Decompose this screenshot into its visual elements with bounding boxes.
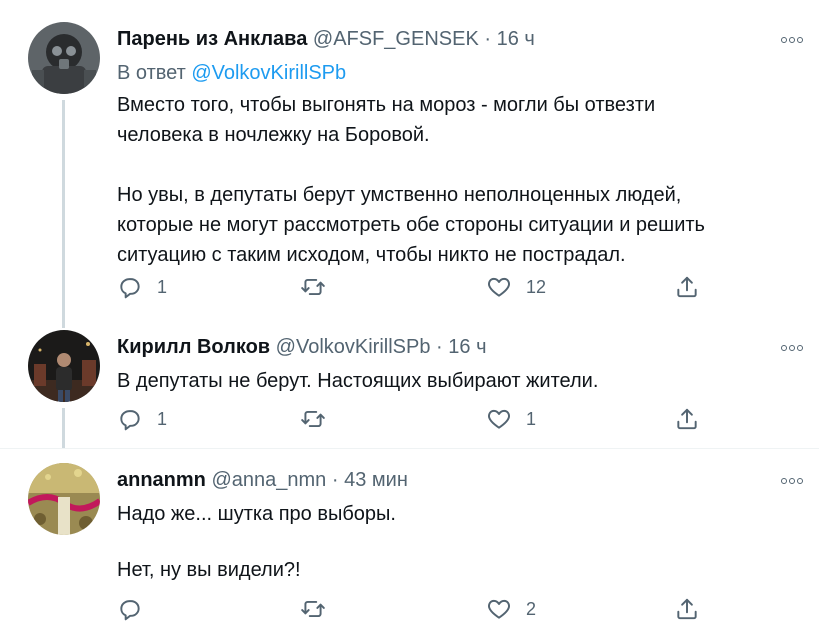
reply-button[interactable]: 1	[117, 405, 167, 433]
timestamp[interactable]: 43 мин	[344, 469, 408, 491]
tweet-text: В депутаты не берут. Настоящих выбирают …	[117, 366, 598, 396]
tweet-text-line: Но увы, в депутаты берут умственно непол…	[117, 184, 682, 206]
like-count: 2	[526, 598, 537, 619]
tweet-text-line: ситуацию с таким исходом, чтобы никто не…	[117, 244, 626, 266]
tweet-header: Парень из Анклава @AFSF_GENSEK · 16 ч	[117, 26, 535, 52]
separator-dot: ·	[436, 336, 443, 358]
reply-icon	[120, 410, 140, 431]
tweet-3[interactable]: annanmn @anna_nmn · 43 мин Надо же... шу…	[0, 449, 819, 638]
tweet-1[interactable]: Парень из Анклава @AFSF_GENSEK · 16 ч В …	[0, 0, 819, 320]
reply-button[interactable]: 1	[117, 273, 167, 301]
tweet-actions: 1 12	[117, 273, 717, 301]
author-name[interactable]: Кирилл Волков	[117, 336, 270, 358]
like-count: 1	[526, 408, 537, 429]
reply-icon	[120, 600, 140, 621]
share-button[interactable]	[674, 595, 700, 623]
retweet-button[interactable]	[300, 405, 340, 433]
timestamp[interactable]: 16 ч	[497, 28, 535, 50]
tweet-actions: 1 1	[117, 405, 717, 433]
thread-line	[62, 408, 65, 448]
reply-label: В ответ	[117, 62, 186, 84]
tweet-text-line: В депутаты не берут. Настоящих выбирают …	[117, 370, 599, 392]
reply-context: В ответ @VolkovKirillSPb	[117, 60, 346, 86]
author-handle[interactable]: @AFSF_GENSEK	[313, 28, 479, 50]
like-button[interactable]: 1	[486, 405, 536, 433]
reply-button[interactable]	[117, 595, 157, 623]
retweet-button[interactable]	[300, 273, 340, 301]
like-count: 12	[526, 276, 547, 297]
retweet-button[interactable]	[300, 595, 340, 623]
retweet-icon	[301, 278, 325, 296]
more-icon[interactable]	[778, 33, 806, 47]
reply-count: 1	[157, 408, 168, 429]
like-button[interactable]: 12	[486, 273, 546, 301]
share-button[interactable]	[674, 405, 700, 433]
avatar[interactable]	[28, 22, 100, 94]
tweet-text-line: Нет, ну вы видели?!	[117, 559, 301, 581]
like-icon	[488, 277, 510, 297]
author-handle[interactable]: @VolkovKirillSPb	[276, 336, 431, 358]
tweet-text-line: которые не могут рассмотреть обе стороны…	[117, 214, 705, 236]
tweet-actions: 2	[117, 595, 717, 623]
tweet-text: Вместо того, чтобы выгонять на мороз - м…	[117, 90, 705, 270]
reply-count: 1	[157, 276, 168, 297]
share-button[interactable]	[674, 273, 700, 301]
retweet-icon	[301, 600, 325, 618]
tweet-text-line: Надо же... шутка про выборы.	[117, 503, 396, 525]
more-icon[interactable]	[778, 474, 806, 488]
reply-mention-link[interactable]: @VolkovKirillSPb	[191, 62, 346, 84]
avatar[interactable]	[28, 463, 100, 535]
like-icon	[488, 409, 510, 429]
tweet-header: annanmn @anna_nmn · 43 мин	[117, 467, 408, 493]
like-button[interactable]: 2	[486, 595, 536, 623]
separator-dot: ·	[484, 28, 492, 50]
share-icon	[677, 276, 697, 298]
thread-line	[62, 320, 65, 328]
author-name[interactable]: annanmn	[117, 469, 206, 491]
tweet-text-line: Вместо того, чтобы выгонять на мороз - м…	[117, 94, 656, 116]
share-icon	[677, 598, 697, 620]
tweet-header: Кирилл Волков @VolkovKirillSPb · 16 ч	[117, 334, 487, 360]
timestamp[interactable]: 16 ч	[448, 336, 486, 358]
like-icon	[488, 599, 510, 619]
tweet-text-line	[117, 529, 396, 555]
tweet-2[interactable]: Кирилл Волков @VolkovKirillSPb · 16 ч В …	[0, 320, 819, 448]
avatar[interactable]	[28, 330, 100, 402]
thread-line	[62, 100, 65, 320]
author-handle[interactable]: @anna_nmn	[211, 469, 326, 491]
more-icon[interactable]	[778, 341, 806, 355]
separator-dot: ·	[331, 469, 339, 491]
tweet-text-line: человека в ночлежку на Боровой.	[117, 124, 430, 146]
tweet-text: Надо же... шутка про выборы. Нет, ну вы …	[117, 499, 396, 585]
tweet-text-line	[117, 150, 705, 180]
reply-icon	[120, 278, 140, 299]
share-icon	[677, 408, 697, 430]
retweet-icon	[301, 410, 325, 428]
author-name[interactable]: Парень из Анклава	[117, 28, 307, 50]
